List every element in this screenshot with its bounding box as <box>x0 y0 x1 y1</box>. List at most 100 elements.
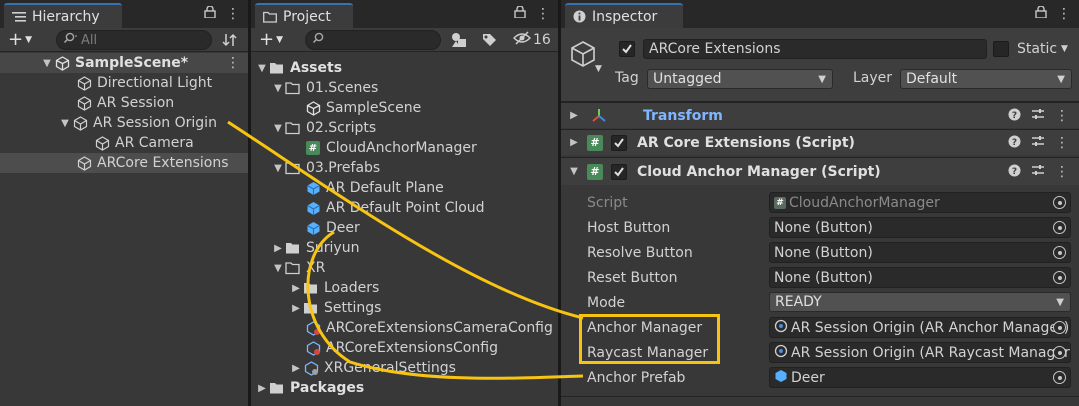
tree-label: Packages <box>290 380 365 396</box>
collapse-arrow-icon[interactable]: ▶ <box>289 363 303 374</box>
layer-dropdown[interactable]: Default ▼ <box>900 69 1072 89</box>
active-checkbox[interactable] <box>619 41 635 57</box>
expand-arrow-icon[interactable]: ▼ <box>40 58 54 69</box>
project-folder-packages[interactable]: ▶ Packages <box>251 378 558 398</box>
project-search-input[interactable] <box>305 30 441 50</box>
hierarchy-item[interactable]: AR Session <box>0 93 248 113</box>
anchor-manager-field[interactable]: AR Session Origin (AR Anchor Manager) <box>769 317 1071 338</box>
filter-by-type-icon[interactable] <box>451 32 467 52</box>
project-folder[interactable]: ▶ Suriyun <box>251 238 558 258</box>
scene-row[interactable]: ▼ SampleScene* ⋮ <box>0 53 248 73</box>
icon-picker-chevron-down-icon[interactable]: ▼ <box>595 64 602 74</box>
project-asset[interactable]: # CloudAnchorManager <box>251 138 558 158</box>
hierarchy-item-label: ARCore Extensions <box>97 155 229 171</box>
help-icon[interactable]: ? <box>1008 135 1021 151</box>
search-placeholder: All <box>81 32 98 48</box>
create-dropdown[interactable]: + ▼ <box>0 29 44 50</box>
expand-arrow-icon[interactable]: ▼ <box>271 163 285 174</box>
project-folder[interactable]: ▼ XR <box>251 258 558 278</box>
scene-kebab-icon[interactable]: ⋮ <box>226 55 240 71</box>
tree-label: Suriyun <box>306 240 360 256</box>
object-picker-icon[interactable] <box>1053 321 1066 334</box>
lock-icon[interactable] <box>514 5 526 22</box>
project-folder[interactable]: ▶ Loaders <box>251 278 558 298</box>
object-picker-icon[interactable] <box>1053 371 1066 384</box>
filter-by-label-icon[interactable] <box>481 32 497 52</box>
collapse-arrow-icon[interactable]: ▶ <box>567 137 581 148</box>
project-folder[interactable]: ▼ 03.Prefabs <box>251 158 558 178</box>
kebab-menu-icon[interactable]: ⋮ <box>1055 164 1069 180</box>
component-enabled-checkbox[interactable] <box>611 134 627 151</box>
sort-icon[interactable] <box>222 32 240 52</box>
property-label: Script <box>587 194 628 211</box>
hierarchy-item-selected[interactable]: ARCore Extensions <box>0 153 248 173</box>
object-picker-icon[interactable] <box>1053 221 1066 234</box>
component-enabled-checkbox[interactable] <box>611 163 627 180</box>
hierarchy-item[interactable]: ▼ AR Session Origin <box>0 113 248 133</box>
project-asset[interactable]: AR Default Plane <box>251 178 558 198</box>
tab-project[interactable]: Project <box>255 3 353 28</box>
expand-arrow-icon[interactable]: ▼ <box>567 166 581 177</box>
hierarchy-toolbar: + ▼ All <box>0 28 248 52</box>
static-chevron-down-icon[interactable]: ▼ <box>1061 44 1068 54</box>
collapse-arrow-icon[interactable]: ▶ <box>567 110 581 121</box>
component-transform[interactable]: ▶ Transform ? ⋮ <box>561 102 1079 128</box>
hidden-packages-toggle[interactable]: 16 <box>513 31 551 49</box>
host-button-field[interactable]: None (Button) <box>769 217 1071 238</box>
tab-hierarchy[interactable]: Hierarchy <box>4 3 122 28</box>
preset-icon[interactable] <box>1031 108 1045 124</box>
hierarchy-item[interactable]: Directional Light <box>0 73 248 93</box>
resolve-button-field[interactable]: None (Button) <box>769 242 1071 263</box>
preset-icon[interactable] <box>1031 164 1045 180</box>
lock-icon[interactable] <box>1035 5 1047 22</box>
component-arcore-extensions[interactable]: ▶ # AR Core Extensions (Script) ? ⋮ <box>561 129 1079 155</box>
object-picker-icon <box>1053 196 1066 209</box>
help-icon[interactable]: ? <box>1008 164 1021 180</box>
project-folder-assets[interactable]: ▼ Assets <box>251 58 558 78</box>
static-checkbox[interactable] <box>993 41 1009 57</box>
expand-arrow-icon[interactable]: ▼ <box>255 63 269 74</box>
hierarchy-panel: Hierarchy ⋮ + ▼ All ▼ SampleScene* ⋮ Dire… <box>0 0 248 406</box>
expand-arrow-icon[interactable]: ▼ <box>271 83 285 94</box>
expand-arrow-icon[interactable]: ▼ <box>58 118 72 129</box>
project-folder[interactable]: ▼ 02.Scripts <box>251 118 558 138</box>
kebab-menu-icon[interactable]: ⋮ <box>536 6 550 22</box>
project-asset[interactable]: AR Default Point Cloud <box>251 198 558 218</box>
layer-label: Layer <box>853 70 893 86</box>
object-picker-icon[interactable] <box>1053 246 1066 259</box>
reset-button-field[interactable]: None (Button) <box>769 267 1071 288</box>
project-asset[interactable]: ARCoreExtensionsConfig <box>251 338 558 358</box>
mode-dropdown[interactable]: READY ▼ <box>769 292 1071 312</box>
kebab-menu-icon[interactable]: ⋮ <box>1055 135 1069 151</box>
hierarchy-item[interactable]: AR Camera <box>0 133 248 153</box>
object-picker-icon[interactable] <box>1053 271 1066 284</box>
project-asset[interactable]: SampleScene <box>251 98 558 118</box>
project-asset[interactable]: Deer <box>251 218 558 238</box>
tree-label: XR <box>306 260 326 276</box>
collapse-arrow-icon[interactable]: ▶ <box>271 243 285 254</box>
help-icon[interactable]: ? <box>1008 108 1021 124</box>
collapse-arrow-icon[interactable]: ▶ <box>289 283 303 294</box>
anchor-prefab-field[interactable]: Deer <box>769 367 1071 388</box>
object-name-field[interactable]: ARCore Extensions <box>643 39 987 59</box>
kebab-menu-icon[interactable]: ⋮ <box>1055 108 1069 124</box>
collapse-arrow-icon[interactable]: ▶ <box>289 303 303 314</box>
expand-arrow-icon[interactable]: ▼ <box>271 123 285 134</box>
project-asset[interactable]: ARCoreExtensionsCameraConfig <box>251 318 558 338</box>
lock-icon[interactable] <box>204 5 216 22</box>
project-folder[interactable]: ▶ Settings <box>251 298 558 318</box>
expand-arrow-icon[interactable]: ▼ <box>271 263 285 274</box>
raycast-manager-field[interactable]: AR Session Origin (AR Raycast Manager) <box>769 342 1071 363</box>
kebab-menu-icon[interactable]: ⋮ <box>226 6 240 22</box>
collapse-arrow-icon[interactable]: ▶ <box>255 383 269 394</box>
tab-inspector[interactable]: Inspector <box>565 3 683 28</box>
create-dropdown[interactable]: + ▼ <box>251 29 295 50</box>
project-folder[interactable]: ▼ 01.Scenes <box>251 78 558 98</box>
hierarchy-search-input[interactable]: All <box>56 30 212 50</box>
tag-dropdown[interactable]: Untagged ▼ <box>647 69 833 89</box>
project-asset[interactable]: ▶ XRGeneralSettings <box>251 358 558 378</box>
object-picker-icon[interactable] <box>1053 346 1066 359</box>
component-cloud-anchor-manager[interactable]: ▼ # Cloud Anchor Manager (Script) ? ⋮ <box>561 157 1079 185</box>
preset-icon[interactable] <box>1031 135 1045 151</box>
kebab-menu-icon[interactable]: ⋮ <box>1057 6 1071 22</box>
